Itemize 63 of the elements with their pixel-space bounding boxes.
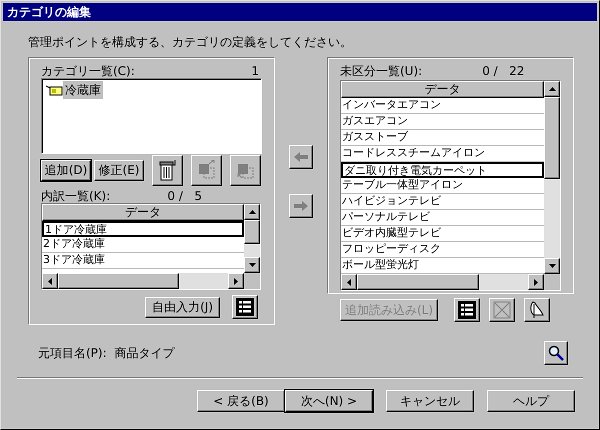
free-input-button[interactable]: 自由入力(J) [145, 296, 220, 318]
list-label: 未区分一覧(U): [340, 63, 422, 80]
grid-row[interactable]: パーソナルテレビ [341, 210, 544, 226]
left-arrow-icon [294, 152, 308, 162]
icon-button[interactable] [524, 298, 550, 322]
field-label: 元項目名(P): [38, 345, 107, 362]
item-count: 0 / 5 [167, 188, 202, 203]
item-count: 1 [251, 63, 260, 78]
scroll-down-icon[interactable] [244, 257, 260, 273]
search-button[interactable] [544, 341, 568, 365]
grid-row[interactable]: ダニ取り付き電気カーペット [341, 162, 544, 178]
tree-item[interactable]: 冷蔵庫 [63, 81, 103, 99]
footer-button[interactable]: キャンセル [386, 390, 474, 412]
horizontal-scrollbar[interactable] [42, 273, 244, 289]
footer-button[interactable]: ヘルプ [487, 390, 575, 412]
scroll-right-icon[interactable] [228, 273, 244, 289]
scroll-right-icon[interactable] [528, 274, 544, 290]
tag-icon [46, 84, 63, 96]
column-header[interactable]: データ [341, 81, 544, 98]
list-button[interactable]: 追加(D) [41, 160, 91, 180]
grid-row[interactable]: コードレススチームアイロン [341, 146, 544, 162]
pointer-icon [529, 301, 545, 319]
grid-row[interactable]: インバータエアコン [341, 98, 544, 114]
right-arrow-icon [294, 201, 308, 211]
icon-button[interactable] [152, 154, 183, 186]
search-icon [548, 345, 564, 361]
icon-button[interactable] [454, 298, 480, 322]
scroll-down-icon[interactable] [544, 258, 560, 274]
trash-icon [158, 159, 178, 181]
grid-row[interactable]: 3ドア冷蔵庫 [42, 253, 244, 269]
footer-button[interactable]: 次へ(N) > [285, 390, 373, 412]
crossed-list-icon [493, 301, 511, 319]
list-button[interactable]: 修正(E) [94, 160, 144, 180]
vertical-scrollbar[interactable] [244, 204, 260, 273]
grid-row[interactable]: テーブル一体型アイロン [341, 178, 544, 194]
list-view-button[interactable] [232, 295, 258, 319]
grid-row[interactable]: ガスストーブ [341, 130, 544, 146]
scroll-thumb[interactable] [357, 274, 479, 290]
grid-row[interactable]: ハイビジョンテレビ [341, 194, 544, 210]
grid-row[interactable]: フロッピーディスク [341, 242, 544, 258]
horizontal-scrollbar[interactable] [341, 274, 544, 290]
scroll-thumb[interactable] [544, 97, 560, 179]
list-label: カテゴリ一覧(C): [41, 63, 135, 78]
scroll-thumb[interactable] [244, 220, 260, 244]
instruction-text: 管理ポイントを構成する、カテゴリの定義をしてください。 [28, 34, 353, 51]
vertical-scrollbar[interactable] [544, 81, 560, 274]
scroll-up-icon[interactable] [544, 81, 560, 97]
item-count: 0 / 22 [482, 63, 524, 80]
list-icon [458, 301, 476, 319]
window-title: カテゴリの編集 [7, 4, 91, 21]
grid-row[interactable]: ガスエアコン [341, 114, 544, 130]
list-icon [236, 298, 254, 316]
scroll-left-icon[interactable] [42, 273, 58, 289]
grid-row[interactable]: 2ドア冷蔵庫 [42, 237, 244, 253]
grid-row[interactable]: ビデオ内臓型テレビ [341, 226, 544, 242]
footer-button[interactable]: < 戻る(B) [197, 390, 285, 412]
scroll-up-icon[interactable] [244, 204, 260, 220]
field-value: 商品タイプ [114, 345, 176, 362]
scroll-left-icon[interactable] [341, 274, 357, 290]
list-label: 内訳一覧(K): [41, 188, 110, 203]
column-header[interactable]: データ [42, 204, 244, 221]
scroll-thumb[interactable] [58, 273, 180, 289]
grid-row[interactable]: 1ドア冷蔵庫 [42, 221, 244, 237]
